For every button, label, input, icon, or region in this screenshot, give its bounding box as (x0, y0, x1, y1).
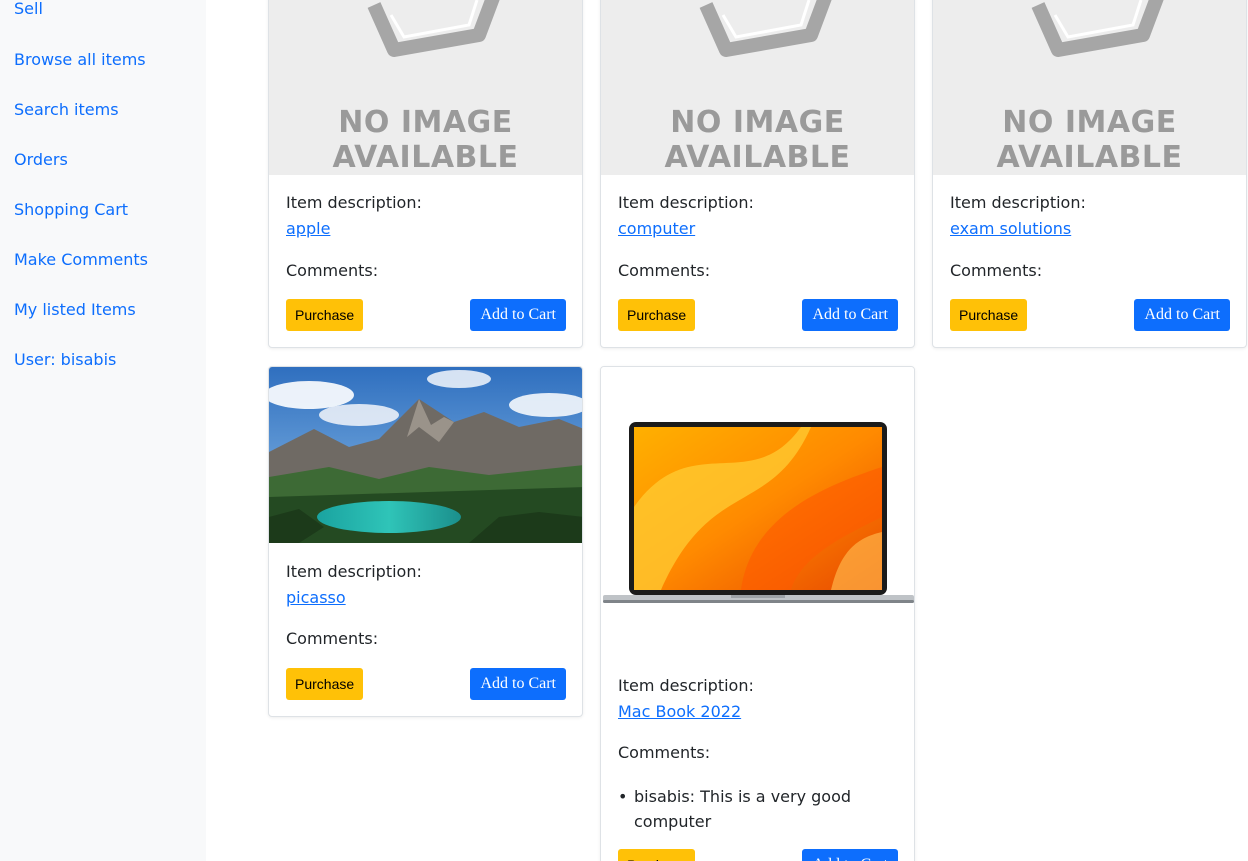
item-description-label: Item description: (618, 676, 754, 695)
purchase-button[interactable]: Purchase (950, 299, 1028, 331)
no-image-placeholder: NO IMAGE AVAILABLE (269, 0, 582, 175)
item-description-link[interactable]: exam solutions (950, 219, 1071, 238)
sidebar-item-browse-all-items[interactable]: Browse all items (14, 50, 146, 69)
no-image-text-line1: NO IMAGE (1002, 105, 1177, 140)
purchase-button[interactable]: Purchase (286, 299, 364, 331)
item-description-label: Item description: (286, 193, 422, 212)
purchase-button[interactable]: Purchase (618, 849, 696, 861)
add-to-cart-button[interactable]: Add to Cart (802, 849, 898, 861)
sidebar-item-sell[interactable]: Sell (14, 0, 43, 18)
no-image-placeholder: NO IMAGE AVAILABLE (601, 0, 914, 175)
no-image-text-line1: NO IMAGE (670, 105, 845, 140)
add-to-cart-button[interactable]: Add to Cart (802, 299, 898, 331)
item-description-label: Item description: (618, 193, 754, 212)
comments-list: bisabis: This is a very good computer (618, 784, 890, 834)
purchase-button[interactable]: Purchase (286, 668, 364, 700)
sidebar-item-make-comments[interactable]: Make Comments (14, 250, 148, 269)
purchase-button[interactable]: Purchase (618, 299, 696, 331)
mountain-lake-photo (269, 367, 582, 543)
item-description-label: Item description: (950, 193, 1086, 212)
sidebar-item-search-items[interactable]: Search items (14, 100, 119, 119)
item-card-picasso: Item description: picasso Comments: Purc… (268, 366, 583, 717)
no-image-text-line2: AVAILABLE (996, 140, 1183, 175)
item-card-mac-book-2022: Item description: Mac Book 2022 Comments… (600, 366, 915, 861)
add-to-cart-button[interactable]: Add to Cart (470, 299, 566, 331)
comment-item: bisabis: This is a very good computer (618, 784, 890, 834)
item-card-apple: NO IMAGE AVAILABLE Item description: app… (268, 0, 583, 348)
comments-label: Comments: (950, 261, 1043, 280)
comments-label: Comments: (286, 261, 379, 280)
item-card-computer: NO IMAGE AVAILABLE Item description: com… (600, 0, 915, 348)
no-image-text-line1: NO IMAGE (338, 105, 513, 140)
sidebar-item-my-listed-items[interactable]: My listed Items (14, 300, 136, 319)
no-image-text-line2: AVAILABLE (332, 140, 519, 175)
comments-label: Comments: (618, 743, 711, 762)
item-description-link[interactable]: apple (286, 219, 330, 238)
add-to-cart-button[interactable]: Add to Cart (1134, 299, 1230, 331)
laptop-photo (601, 367, 914, 657)
sidebar: Sell Browse all items Search items Order… (0, 0, 206, 861)
sidebar-item-user[interactable]: User: bisabis (14, 350, 116, 369)
add-to-cart-button[interactable]: Add to Cart (470, 668, 566, 700)
comments-label: Comments: (286, 629, 379, 648)
sidebar-item-shopping-cart[interactable]: Shopping Cart (14, 200, 128, 219)
no-image-text-line2: AVAILABLE (664, 140, 851, 175)
comments-label: Comments: (618, 261, 711, 280)
item-card-exam-solutions: NO IMAGE AVAILABLE Item description: exa… (932, 0, 1247, 348)
item-description-link[interactable]: picasso (286, 588, 346, 607)
item-description-link[interactable]: computer (618, 219, 695, 238)
sidebar-item-orders[interactable]: Orders (14, 150, 68, 169)
item-description-link[interactable]: Mac Book 2022 (618, 702, 741, 721)
item-description-label: Item description: (286, 562, 422, 581)
no-image-placeholder: NO IMAGE AVAILABLE (933, 0, 1246, 175)
